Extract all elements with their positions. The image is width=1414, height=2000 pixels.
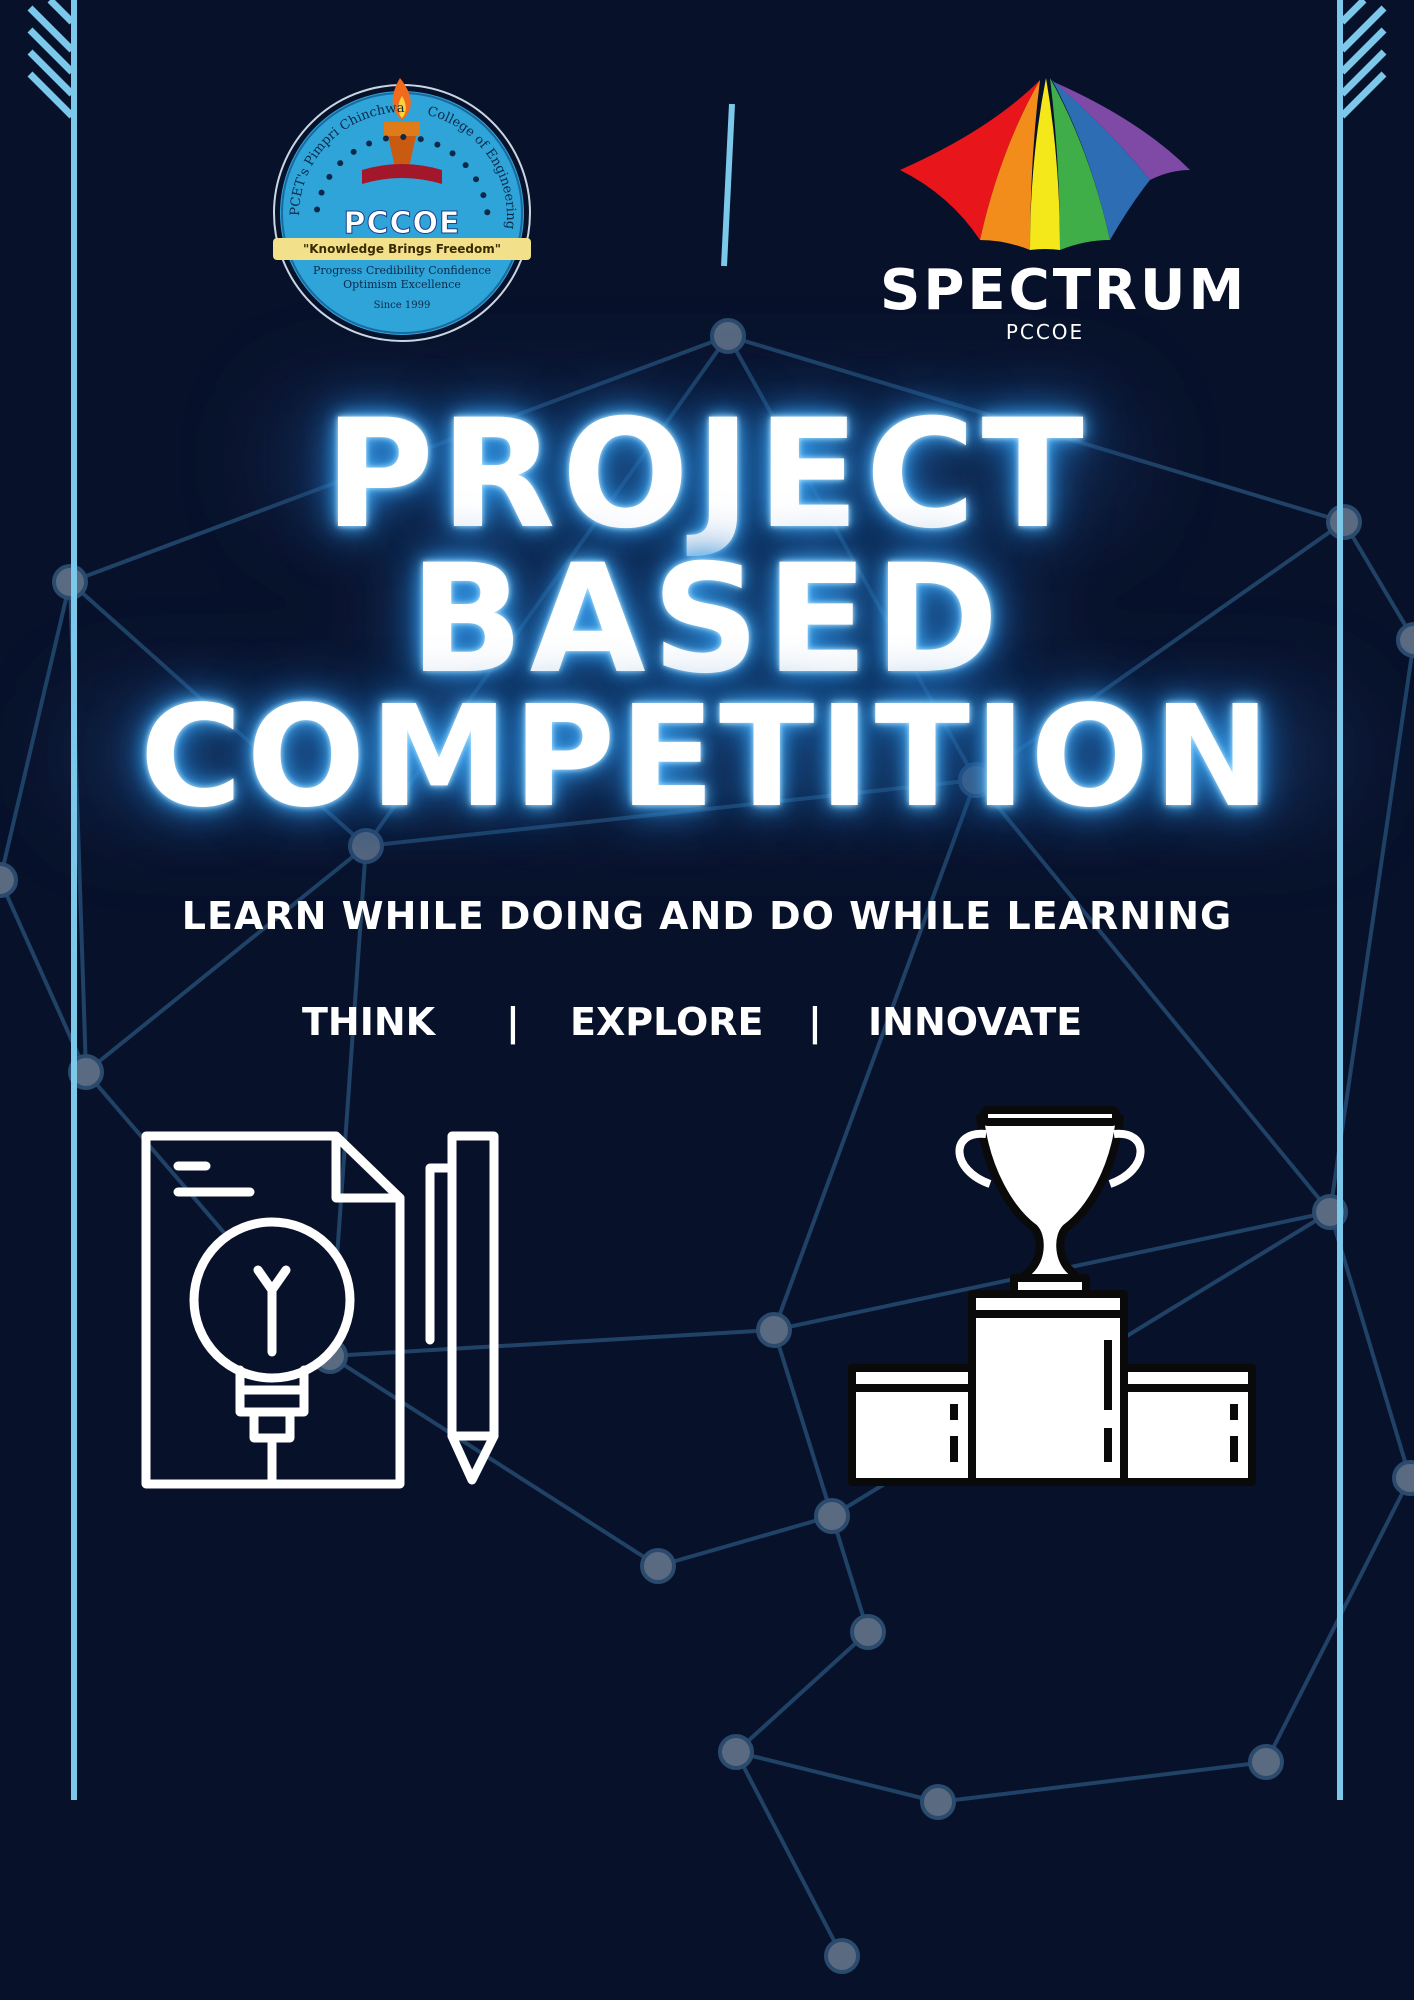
trophy-podium-icon xyxy=(848,1106,1256,1486)
poster: PCET's Pimpri Chinchwad College of Engin… xyxy=(0,0,1414,2000)
